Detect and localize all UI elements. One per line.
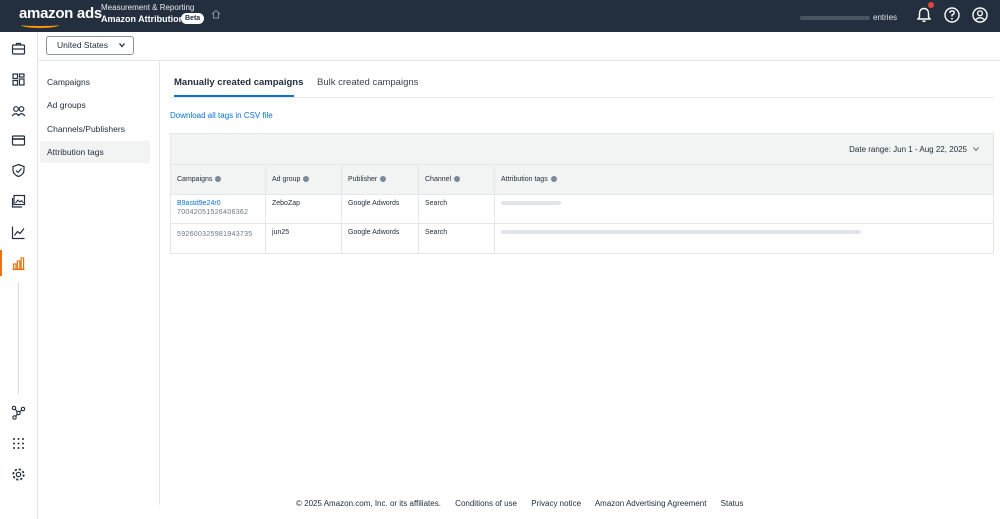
breadcrumb-section: Measurement & Reporting (101, 3, 195, 12)
analytics-icon[interactable] (11, 225, 26, 240)
campaign-name-link[interactable]: B9astd9e24r0 (177, 200, 265, 207)
left-rail (0, 32, 38, 519)
ad-group-cell: ZeboZap (266, 195, 342, 224)
tab-bulk-created[interactable]: Bulk created campaigns (317, 77, 418, 88)
app-title: Amazon Attribution (101, 14, 185, 24)
campaign-id: 592600325981943735 (177, 231, 253, 238)
channel-cell: Search (419, 195, 495, 224)
table-row: B9astd9e24r0 70042051526406362 ZeboZap G… (171, 195, 993, 224)
campaign-cell: 592600325981943735 (171, 224, 266, 253)
country-select-value: United States (57, 40, 109, 50)
top-bar: amazon ads Measurement & Reporting Amazo… (0, 0, 1000, 32)
left-nav: Campaigns Ad groups Channels/Publishers … (38, 61, 160, 505)
date-range-picker[interactable]: Date range: Jun 1 - Aug 22, 2025 (849, 145, 967, 154)
footer-link-agreement[interactable]: Amazon Advertising Agreement (595, 499, 707, 508)
campaign-id: 70042051526406362 (177, 209, 249, 216)
brand-safety-icon[interactable] (11, 163, 26, 178)
nav-item-ad-groups[interactable]: Ad groups (40, 94, 150, 116)
column-header-publisher[interactable]: Publisher (342, 165, 419, 195)
nav-item-campaigns[interactable]: Campaigns (40, 71, 150, 93)
chevron-down-icon (119, 43, 125, 48)
redacted-tag (501, 230, 861, 234)
column-header-attribution-tags[interactable]: Attribution tags (495, 165, 993, 195)
column-header-campaigns[interactable]: Campaigns (171, 165, 266, 195)
dashboard-icon[interactable] (11, 72, 26, 87)
briefcase-icon[interactable] (11, 41, 26, 56)
notification-dot (928, 2, 934, 8)
tab-manually-created[interactable]: Manually created campaigns (174, 77, 303, 88)
info-icon[interactable] (380, 176, 387, 183)
column-header-channel[interactable]: Channel (419, 165, 495, 195)
footer-link-status[interactable]: Status (721, 499, 744, 508)
active-indicator (0, 250, 2, 276)
info-icon[interactable] (215, 176, 222, 183)
beta-badge: Beta (181, 13, 205, 24)
attribution-tag-cell[interactable] (495, 195, 993, 224)
footer-link-conditions[interactable]: Conditions of use (455, 499, 517, 508)
nav-item-attribution-tags[interactable]: Attribution tags (40, 141, 150, 163)
creative-icon[interactable] (11, 194, 26, 209)
nav-item-channels-publishers[interactable]: Channels/Publishers (40, 118, 150, 140)
amazon-ads-logo[interactable]: amazon ads (19, 5, 102, 22)
settings-icon[interactable] (11, 467, 26, 482)
country-select[interactable]: United States (46, 36, 134, 55)
redacted-tag (501, 201, 561, 205)
publisher-cell: Google Adwords (342, 195, 419, 224)
info-icon[interactable] (303, 176, 310, 183)
account-icon[interactable] (971, 6, 989, 24)
campaign-cell: B9astd9e24r0 70042051526406362 (171, 195, 266, 224)
info-icon[interactable] (550, 176, 557, 183)
logo-smile-icon (21, 22, 59, 28)
footer-copyright: © 2025 Amazon.com, Inc. or its affiliate… (296, 499, 441, 508)
subheader-divider (38, 60, 1000, 61)
measurement-icon[interactable] (11, 256, 26, 271)
attribution-tag-cell[interactable] (495, 224, 993, 253)
attribution-tags-table: Date range: Jun 1 - Aug 22, 2025 Campaig… (170, 133, 994, 254)
ad-group-cell: jun25 (266, 224, 342, 253)
tab-divider (170, 97, 994, 98)
table-header: Campaigns Ad group Publisher Channel Att… (171, 165, 993, 195)
help-icon[interactable] (943, 6, 961, 24)
download-csv-link[interactable]: Download all tags in CSV file (170, 111, 273, 120)
chevron-down-icon[interactable] (973, 146, 979, 152)
rail-divider (18, 282, 19, 394)
account-name[interactable]: entries (800, 13, 897, 22)
channel-cell: Search (419, 224, 495, 253)
publisher-cell: Google Adwords (342, 224, 419, 253)
home-icon[interactable] (211, 9, 221, 19)
apps-icon[interactable] (11, 436, 26, 451)
payment-icon[interactable] (11, 133, 26, 148)
bell-icon[interactable] (915, 6, 933, 24)
table-toolbar: Date range: Jun 1 - Aug 22, 2025 (171, 134, 993, 165)
column-header-ad-group[interactable]: Ad group (266, 165, 342, 195)
integrations-icon[interactable] (11, 405, 26, 420)
footer: © 2025 Amazon.com, Inc. or its affiliate… (296, 499, 755, 508)
table-row: 592600325981943735 jun25 Google Adwords … (171, 224, 993, 253)
info-icon[interactable] (454, 176, 461, 183)
footer-link-privacy[interactable]: Privacy notice (531, 499, 581, 508)
audiences-icon[interactable] (11, 103, 26, 118)
